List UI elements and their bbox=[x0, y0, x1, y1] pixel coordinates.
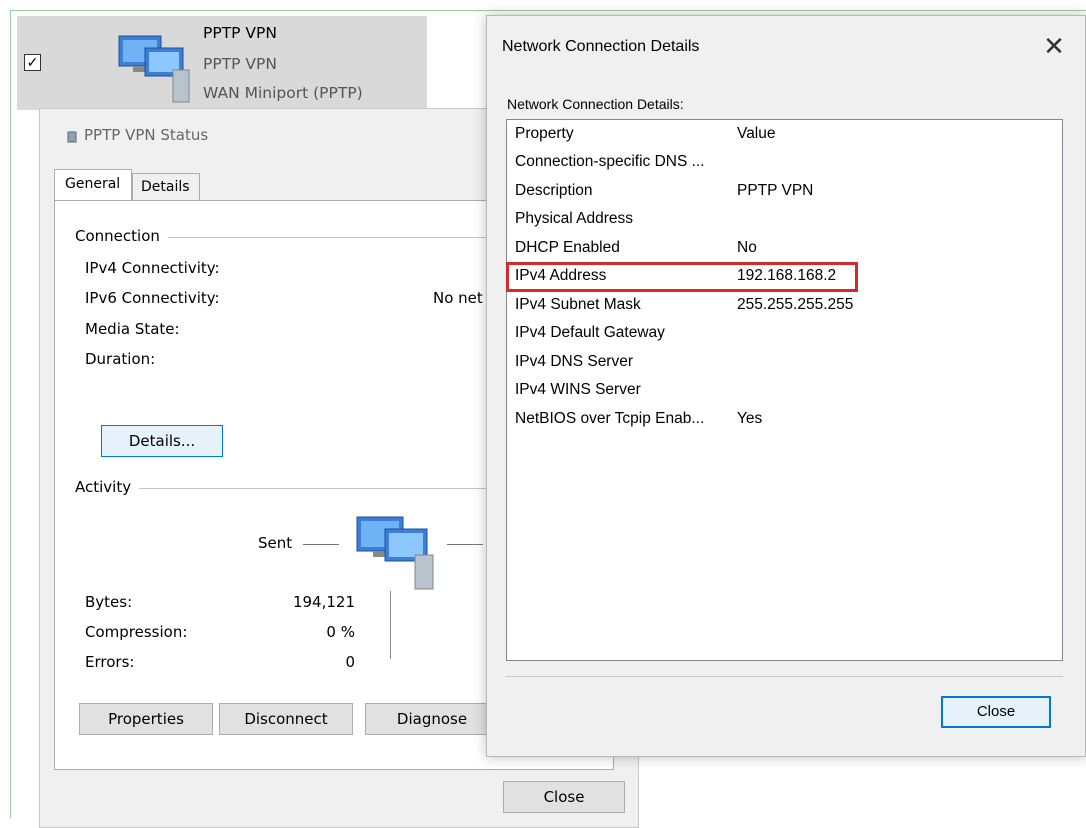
tab-general[interactable]: General bbox=[54, 169, 132, 201]
row-property: IPv4 Default Gateway bbox=[515, 324, 665, 341]
details-subtitle: Network Connection Details: bbox=[507, 96, 684, 112]
status-close-button[interactable]: Close bbox=[503, 781, 625, 813]
header-property[interactable]: Property bbox=[515, 125, 574, 143]
details-separator bbox=[506, 676, 1063, 677]
row-property: DHCP Enabled bbox=[515, 239, 620, 256]
adapter-device: WAN Miniport (PPTP) bbox=[203, 84, 363, 102]
duration-label: Duration: bbox=[85, 350, 156, 368]
tab-details[interactable]: Details bbox=[132, 173, 200, 201]
adapter-list-item[interactable]: PPTP VPN PPTP VPN WAN Miniport (PPTP) bbox=[17, 16, 427, 110]
row-property: NetBIOS over Tcpip Enab... bbox=[515, 410, 705, 427]
activity-computers-icon bbox=[356, 516, 434, 590]
diagnose-button[interactable]: Diagnose bbox=[365, 703, 499, 735]
details-listview[interactable]: Property Value Connection-specific DNS .… bbox=[506, 119, 1063, 661]
activity-value-compression: 0 % bbox=[326, 623, 355, 641]
sent-line bbox=[303, 544, 339, 545]
disconnect-button[interactable]: Disconnect bbox=[219, 703, 353, 735]
network-computers-icon bbox=[118, 35, 190, 103]
connection-group-label: Connection bbox=[75, 227, 168, 245]
row-value: PPTP VPN bbox=[737, 182, 814, 199]
row-value: No bbox=[737, 239, 757, 256]
adapter-checkbox[interactable]: ✓ bbox=[24, 54, 41, 71]
details-button[interactable]: Details... bbox=[101, 425, 223, 457]
activity-label-errors: Errors: bbox=[85, 653, 135, 671]
details-dialog-title: Network Connection Details bbox=[502, 38, 700, 55]
row-value: Yes bbox=[737, 410, 763, 427]
row-property: Physical Address bbox=[515, 210, 634, 227]
activity-label-bytes: Bytes: bbox=[85, 593, 133, 611]
adapter-status: PPTP VPN bbox=[203, 55, 277, 73]
details-dialog: Network Connection Details ✕ Network Con… bbox=[486, 15, 1086, 757]
row-property: IPv4 Subnet Mask bbox=[515, 296, 641, 313]
media-state-label: Media State: bbox=[85, 320, 180, 338]
received-line bbox=[447, 544, 483, 545]
row-property: IPv4 WINS Server bbox=[515, 381, 641, 398]
sent-label: Sent bbox=[258, 534, 293, 552]
vpn-small-icon bbox=[67, 131, 77, 143]
activity-value-bytes: 194,121 bbox=[292, 593, 355, 611]
activity-group-label: Activity bbox=[75, 478, 140, 496]
activity-divider bbox=[390, 591, 391, 659]
properties-button[interactable]: Properties bbox=[79, 703, 213, 735]
ipv4-highlight-box bbox=[506, 262, 858, 292]
ipv4-connectivity-label: IPv4 Connectivity: bbox=[85, 259, 220, 277]
status-dialog-title: PPTP VPN Status bbox=[84, 126, 209, 144]
activity-label-compression: Compression: bbox=[85, 623, 188, 641]
row-property: IPv4 DNS Server bbox=[515, 353, 634, 370]
activity-value-errors: 0 bbox=[345, 653, 355, 671]
ipv6-connectivity-value: No net bbox=[433, 289, 483, 307]
ipv6-connectivity-label: IPv6 Connectivity: bbox=[85, 289, 220, 307]
header-value[interactable]: Value bbox=[737, 125, 776, 143]
adapter-name: PPTP VPN bbox=[203, 24, 277, 42]
close-icon[interactable]: ✕ bbox=[1039, 32, 1069, 62]
details-close-button[interactable]: Close bbox=[941, 696, 1051, 728]
row-property: Description bbox=[515, 182, 593, 199]
row-property: Connection-specific DNS ... bbox=[515, 153, 705, 170]
row-value: 255.255.255.255 bbox=[737, 296, 854, 313]
